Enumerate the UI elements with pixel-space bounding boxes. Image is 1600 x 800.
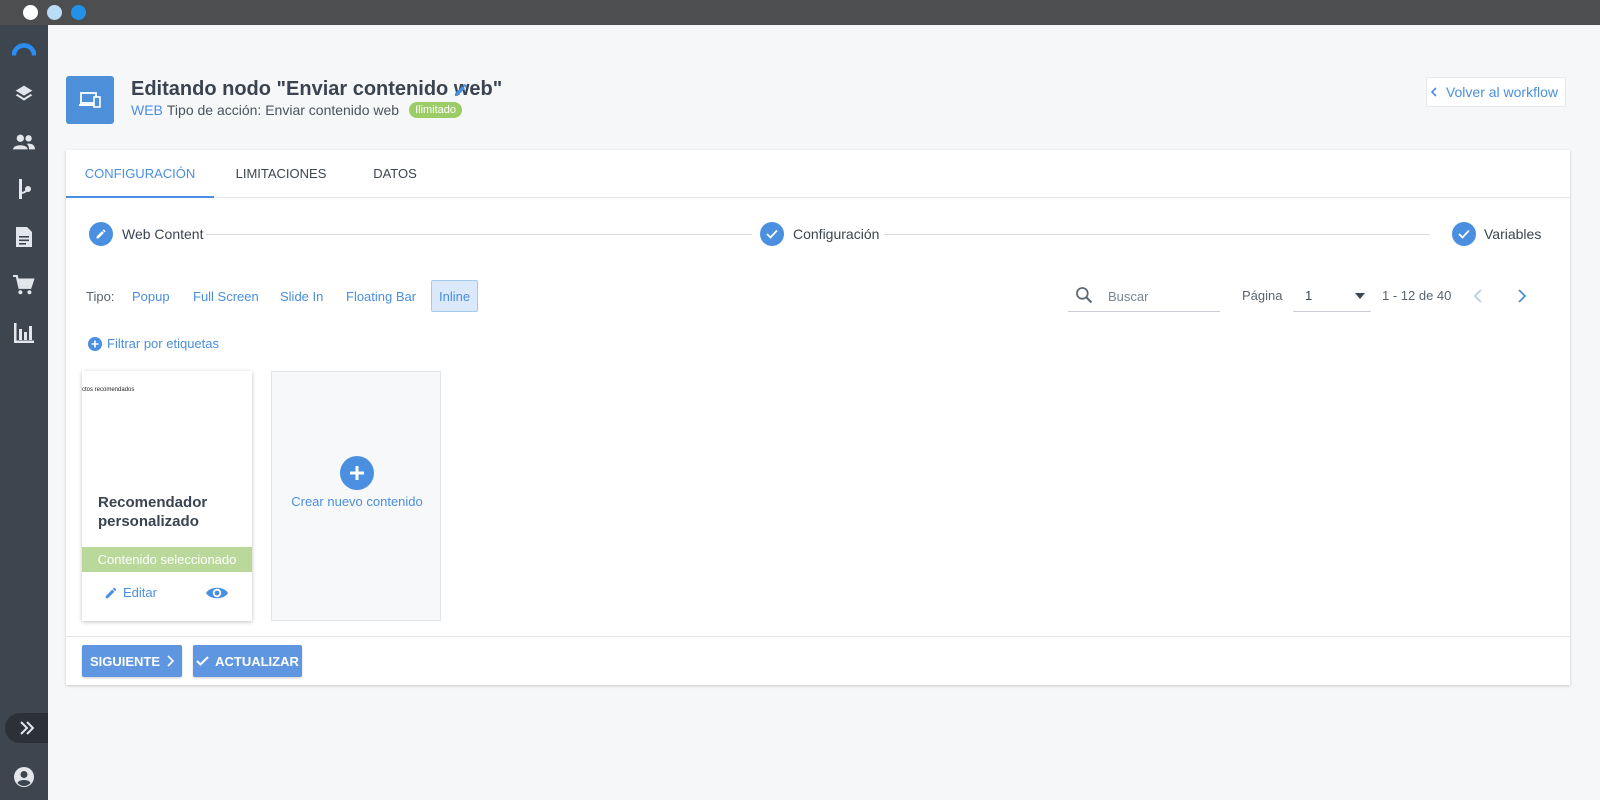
window-titlebar xyxy=(0,0,1600,25)
check-icon xyxy=(196,656,209,666)
document-icon[interactable] xyxy=(12,225,36,249)
tab-bar: CONFIGURACIÓN LIMITACIONES DATOS xyxy=(66,150,1570,198)
filter-row: Tipo: Popup Full Screen Slide In Floatin… xyxy=(66,280,1570,314)
step-configuracion-check-icon[interactable] xyxy=(760,222,784,246)
chevron-left-icon[interactable] xyxy=(1466,284,1490,308)
tag-filter-label: Filtrar por etiquetas xyxy=(107,336,219,351)
plus-icon xyxy=(340,456,374,490)
chevron-right-icon xyxy=(167,655,175,667)
step-variables-check-icon[interactable] xyxy=(1452,222,1476,246)
step-web-content-label[interactable]: Web Content xyxy=(122,226,203,242)
cart-icon[interactable] xyxy=(12,273,36,297)
search-input[interactable] xyxy=(1108,286,1216,306)
content-selected-status: Contenido seleccionado xyxy=(82,547,252,572)
analytics-icon[interactable] xyxy=(12,321,36,345)
plus-circle-icon xyxy=(88,336,102,351)
update-button[interactable]: ACTUALIZAR xyxy=(193,645,302,677)
edit-content-link[interactable]: Editar xyxy=(104,585,157,600)
step-variables-label[interactable]: Variables xyxy=(1484,226,1541,242)
tipo-option-full-screen[interactable]: Full Screen xyxy=(185,280,267,312)
create-content-card[interactable]: Crear nuevo contenido xyxy=(271,371,441,621)
web-channel-icon xyxy=(66,76,114,124)
back-to-workflow-button[interactable]: Volver al workflow xyxy=(1426,77,1566,107)
step-connector xyxy=(884,234,1430,235)
caret-down-icon xyxy=(1355,293,1365,299)
action-type-label: Tipo de acción: Enviar contenido web xyxy=(166,102,400,118)
tab-limitaciones[interactable]: LIMITACIONES xyxy=(214,150,348,198)
step-connector xyxy=(206,234,752,235)
content-title: Recomendador personalizado xyxy=(98,494,208,530)
users-icon[interactable] xyxy=(12,130,36,154)
tipo-option-slide-in[interactable]: Slide In xyxy=(272,280,331,312)
sidebar xyxy=(0,25,48,800)
double-chevron-right-icon[interactable] xyxy=(5,713,48,743)
chevron-left-icon xyxy=(1430,87,1437,97)
tipo-option-inline[interactable]: Inline xyxy=(431,280,479,312)
pencil-icon xyxy=(105,587,117,598)
next-button-label: SIGUIENTE xyxy=(89,653,161,669)
node-editor-card: CONFIGURACIÓN LIMITACIONES DATOS Web Con… xyxy=(66,150,1570,685)
step-web-content-pencil-icon[interactable] xyxy=(89,222,113,246)
window-maximize-control[interactable] xyxy=(71,5,86,20)
stepper: Web Content Configuración Variables xyxy=(66,220,1570,248)
edit-title-pencil-icon[interactable] xyxy=(453,82,471,100)
pagination-range: 1 - 12 de 40 xyxy=(1382,288,1452,303)
tag-filter-link[interactable]: Filtrar por etiquetas xyxy=(88,336,219,351)
workflow-icon[interactable] xyxy=(12,177,36,201)
create-content-label: Crear nuevo contenido xyxy=(291,494,423,509)
footer-divider xyxy=(66,636,1570,637)
page-title: Editando nodo "Enviar contenido web" xyxy=(131,78,503,100)
edit-content-label: Editar xyxy=(123,585,157,600)
window-close-control[interactable] xyxy=(23,5,38,20)
tab-datos[interactable]: DATOS xyxy=(348,150,442,198)
step-configuracion-label[interactable]: Configuración xyxy=(793,226,879,242)
limit-badge: Ilimitado xyxy=(409,102,463,118)
tipo-label: Tipo: xyxy=(86,289,115,304)
channel-label: WEB xyxy=(131,102,163,118)
node-subtitle: WEB Tipo de acción: Enviar contenido web… xyxy=(131,102,463,118)
content-card[interactable]: ctos recomendados Recomendador personali… xyxy=(82,371,252,621)
page-label: Página xyxy=(1242,288,1283,303)
search-icon xyxy=(1074,285,1096,307)
chevron-right-icon[interactable] xyxy=(1510,284,1534,308)
content-preview-text: ctos recomendados xyxy=(82,387,135,393)
page-select-value: 1 xyxy=(1305,288,1313,303)
layers-icon[interactable] xyxy=(12,82,36,106)
page-select[interactable]: 1 xyxy=(1293,280,1371,312)
update-button-label: ACTUALIZAR xyxy=(215,653,299,669)
tipo-option-floating-bar[interactable]: Floating Bar xyxy=(338,280,424,312)
window-minimize-control[interactable] xyxy=(47,5,62,20)
tab-configuracion[interactable]: CONFIGURACIÓN xyxy=(66,150,214,198)
logo-icon[interactable] xyxy=(12,38,36,62)
next-button[interactable]: SIGUIENTE xyxy=(82,645,182,677)
tipo-option-popup[interactable]: Popup xyxy=(124,280,178,312)
back-to-workflow-label: Volver al workflow xyxy=(1445,84,1558,100)
eye-icon[interactable] xyxy=(205,584,229,604)
search-box xyxy=(1068,280,1220,312)
user-account-icon[interactable] xyxy=(12,765,36,789)
